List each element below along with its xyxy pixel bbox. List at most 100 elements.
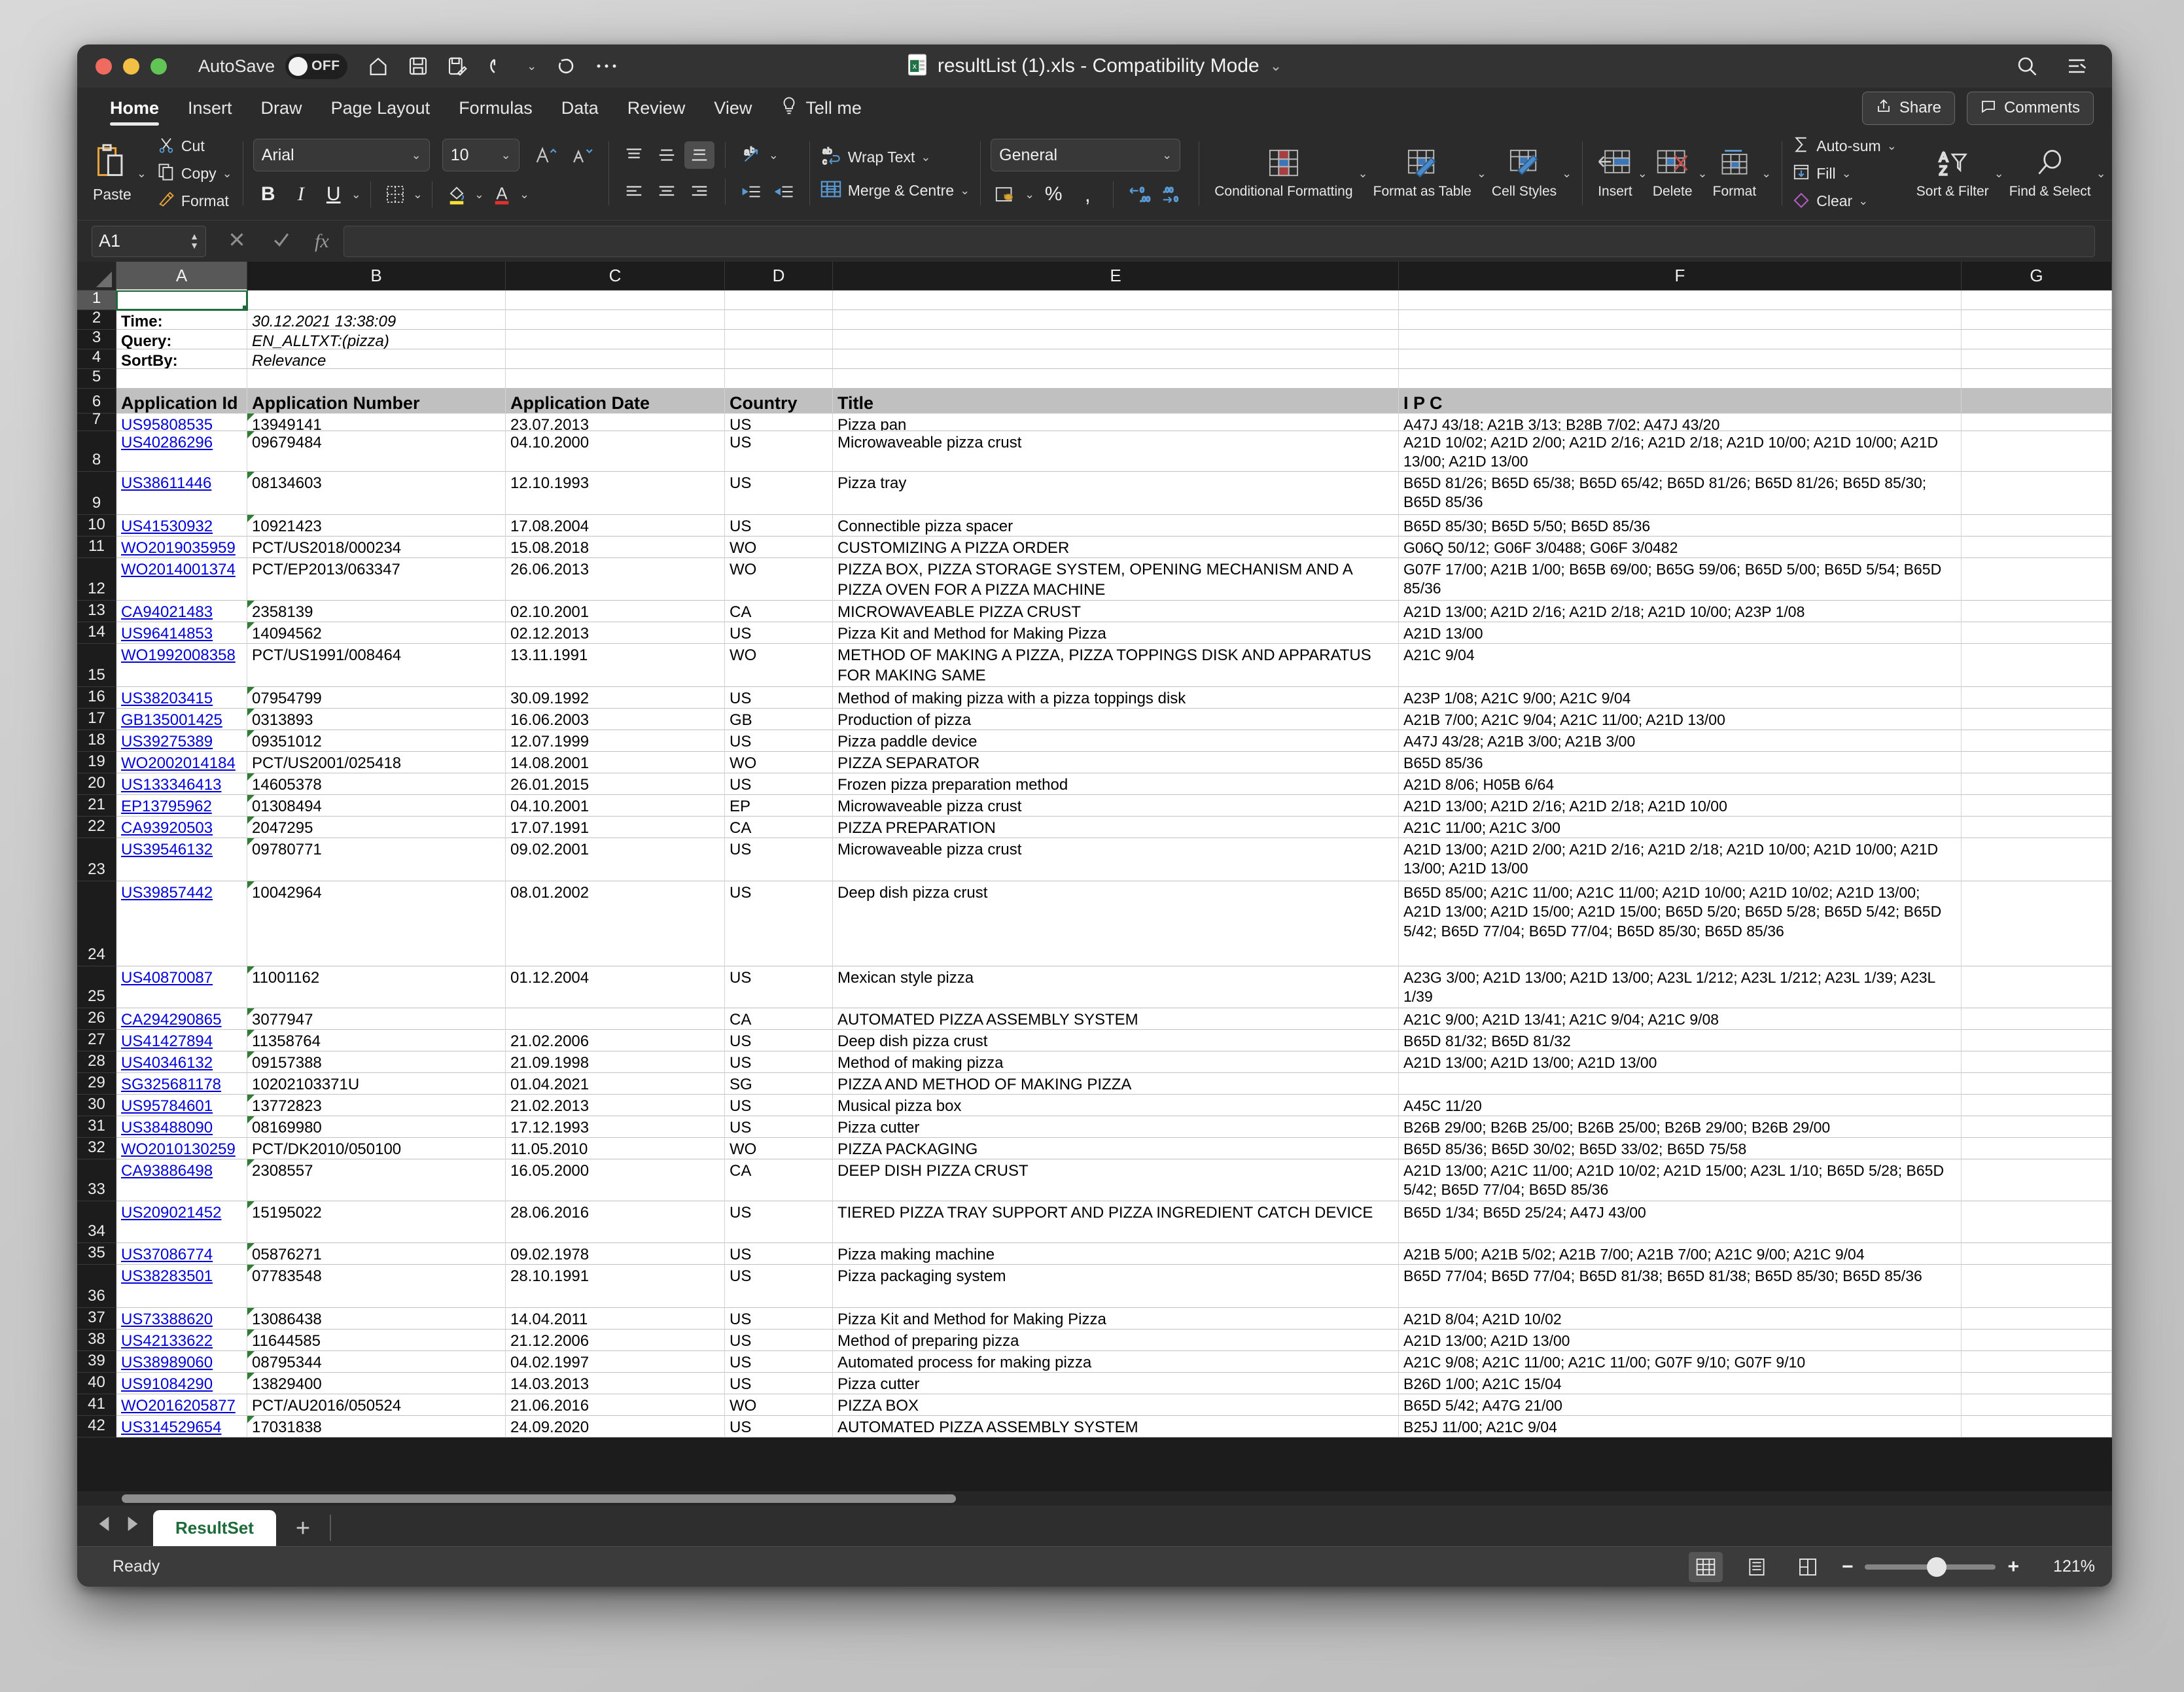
grid-cell[interactable]: 08169980 [247, 1116, 506, 1138]
row-header[interactable]: 38 [77, 1330, 116, 1351]
grid-cell[interactable]: B25J 11/00; A21C 9/04 [1399, 1416, 1962, 1437]
autosum-button[interactable]: Auto-sum ⌄ [1792, 135, 1897, 157]
grid-cell[interactable] [1962, 817, 2112, 838]
grid-cell[interactable] [1962, 881, 2112, 966]
grid-cell[interactable]: A23P 1/08; A21C 9/00; A21C 9/04 [1399, 687, 1962, 709]
grid-cell[interactable]: Country [725, 389, 833, 414]
grid-cell[interactable]: 13086438 [247, 1308, 506, 1330]
autosave-toggle[interactable]: OFF [285, 53, 348, 79]
grid-cell[interactable]: US [725, 1030, 833, 1051]
conditional-formatting-caret-icon[interactable]: ⌄ [1358, 167, 1368, 181]
align-left-icon[interactable] [619, 178, 649, 205]
row-header[interactable]: 30 [77, 1095, 116, 1116]
save-as-icon[interactable] [447, 56, 468, 77]
grid-cell[interactable]: 09351012 [247, 730, 506, 752]
cell-styles-caret-icon[interactable]: ⌄ [1562, 167, 1572, 181]
grid-cell[interactable] [116, 369, 247, 389]
grid-cell[interactable]: 21.09.1998 [506, 1051, 725, 1073]
row-header[interactable]: 15 [77, 644, 116, 687]
grid-cell[interactable] [1962, 1416, 2112, 1437]
align-top-icon[interactable] [619, 141, 649, 169]
grid-cell[interactable]: 07954799 [247, 687, 506, 709]
format-as-table-caret-icon[interactable]: ⌄ [1477, 167, 1487, 181]
home-icon[interactable] [367, 55, 389, 77]
tab-formulas[interactable]: Formulas [444, 88, 547, 128]
grid-cell[interactable]: 15195022 [247, 1201, 506, 1243]
grid-cell[interactable]: 14094562 [247, 622, 506, 644]
grid-cell[interactable]: 0313893 [247, 709, 506, 730]
grid-cell[interactable]: A21D 13/00; A21C 11/00; A21D 10/02; A21D… [1399, 1159, 1962, 1201]
grid-cell[interactable] [1962, 730, 2112, 752]
find-select-button[interactable]: Find & Select [2004, 148, 2096, 199]
grid-cell[interactable]: Deep dish pizza crust [833, 1030, 1399, 1051]
grid-cell[interactable]: 3077947 [247, 1008, 506, 1030]
grid-cell[interactable]: B65D 85/00; A21C 11/00; A21C 11/00; A21D… [1399, 881, 1962, 966]
grid-cell[interactable]: A21C 9/04 [1399, 644, 1962, 687]
grid-cell[interactable] [1962, 752, 2112, 773]
grid-cell[interactable]: 09679484 [247, 431, 506, 472]
fill-button[interactable]: Fill ⌄ [1792, 163, 1897, 185]
grid-cell[interactable]: 04.02.1997 [506, 1351, 725, 1373]
grid-cell[interactable]: US [725, 1095, 833, 1116]
grid-cell[interactable]: 26.01.2015 [506, 773, 725, 795]
grid-cell[interactable] [1399, 369, 1962, 389]
grid-cell[interactable]: 21.02.2013 [506, 1095, 725, 1116]
grid-cell[interactable]: US314529654 [116, 1416, 247, 1437]
tab-review[interactable]: Review [613, 88, 700, 128]
grid-cell[interactable] [1962, 709, 2112, 730]
underline-caret-icon[interactable]: ⌄ [351, 188, 361, 202]
grid-cell[interactable]: A21D 13/00; A21D 13/00 [1399, 1330, 1962, 1351]
grid-cell[interactable] [1962, 773, 2112, 795]
grid-cell[interactable] [1962, 1159, 2112, 1201]
grid-cell[interactable]: 11.05.2010 [506, 1138, 725, 1159]
grid-cell[interactable] [1399, 330, 1962, 349]
grid-cell[interactable]: 09157388 [247, 1051, 506, 1073]
grid-cell[interactable]: PCT/US2001/025418 [247, 752, 506, 773]
tab-page-layout[interactable]: Page Layout [317, 88, 445, 128]
tell-me-search[interactable]: Tell me [766, 96, 876, 120]
zoom-slider[interactable]: − + [1842, 1556, 2019, 1578]
grid-cell[interactable] [1399, 310, 1962, 330]
grid-cell[interactable]: A21C 9/08; A21C 11/00; A21C 11/00; G07F … [1399, 1351, 1962, 1373]
grid-cell[interactable]: 05876271 [247, 1243, 506, 1265]
grid-cell[interactable]: US [725, 881, 833, 966]
row-header[interactable]: 23 [77, 838, 116, 881]
grid-cell[interactable]: Deep dish pizza crust [833, 881, 1399, 966]
grid-cell[interactable]: SG [725, 1073, 833, 1095]
grid-cell[interactable]: SortBy: [116, 349, 247, 369]
grid-cell[interactable]: Mexican style pizza [833, 966, 1399, 1008]
grid-cell[interactable]: US [725, 1373, 833, 1394]
grid-cell[interactable]: US [725, 838, 833, 881]
grid-cell[interactable]: PIZZA PREPARATION [833, 817, 1399, 838]
grid-cell[interactable] [1962, 369, 2112, 389]
grid-cell[interactable]: WO [725, 558, 833, 601]
grid-cell[interactable]: A21B 7/00; A21C 9/04; A21C 11/00; A21D 1… [1399, 709, 1962, 730]
grid-cell[interactable]: A21D 10/02; A21D 2/00; A21D 2/16; A21D 2… [1399, 431, 1962, 472]
row-header[interactable]: 2 [77, 309, 116, 330]
format-cells-button[interactable]: Format [1708, 148, 1762, 199]
grid-cell[interactable] [1962, 1330, 2112, 1351]
grid-cell[interactable]: A47J 43/28; A21B 3/00; A21B 3/00 [1399, 730, 1962, 752]
grid-cell[interactable] [506, 291, 725, 310]
tab-view[interactable]: View [699, 88, 766, 128]
column-header-d[interactable]: D [725, 262, 833, 291]
sort-filter-caret-icon[interactable]: ⌄ [1994, 167, 2004, 181]
copy-button[interactable]: Copy ⌄ [157, 163, 232, 185]
grid-cell[interactable] [506, 1008, 725, 1030]
grid-cell[interactable]: US40346132 [116, 1051, 247, 1073]
grid-cell[interactable]: CA94021483 [116, 601, 247, 622]
grid-cell[interactable] [725, 369, 833, 389]
grid-cell[interactable]: 13772823 [247, 1095, 506, 1116]
grid-cell[interactable]: Application Number [247, 389, 506, 414]
format-cells-caret-icon[interactable]: ⌄ [1761, 167, 1771, 181]
grid-cell[interactable]: 14.04.2011 [506, 1308, 725, 1330]
grid-cell[interactable]: 02.10.2001 [506, 601, 725, 622]
grid-cell[interactable]: WO [725, 1394, 833, 1416]
grid-cell[interactable]: 30.09.1992 [506, 687, 725, 709]
grid-cell[interactable]: US38488090 [116, 1116, 247, 1138]
grid-cell[interactable]: US37086774 [116, 1243, 247, 1265]
column-header-b[interactable]: B [247, 262, 506, 291]
page-layout-view-icon[interactable] [1740, 1552, 1774, 1582]
grid-cell[interactable]: 10921423 [247, 515, 506, 537]
grid-cell[interactable]: B65D 85/30; B65D 5/50; B65D 85/36 [1399, 515, 1962, 537]
